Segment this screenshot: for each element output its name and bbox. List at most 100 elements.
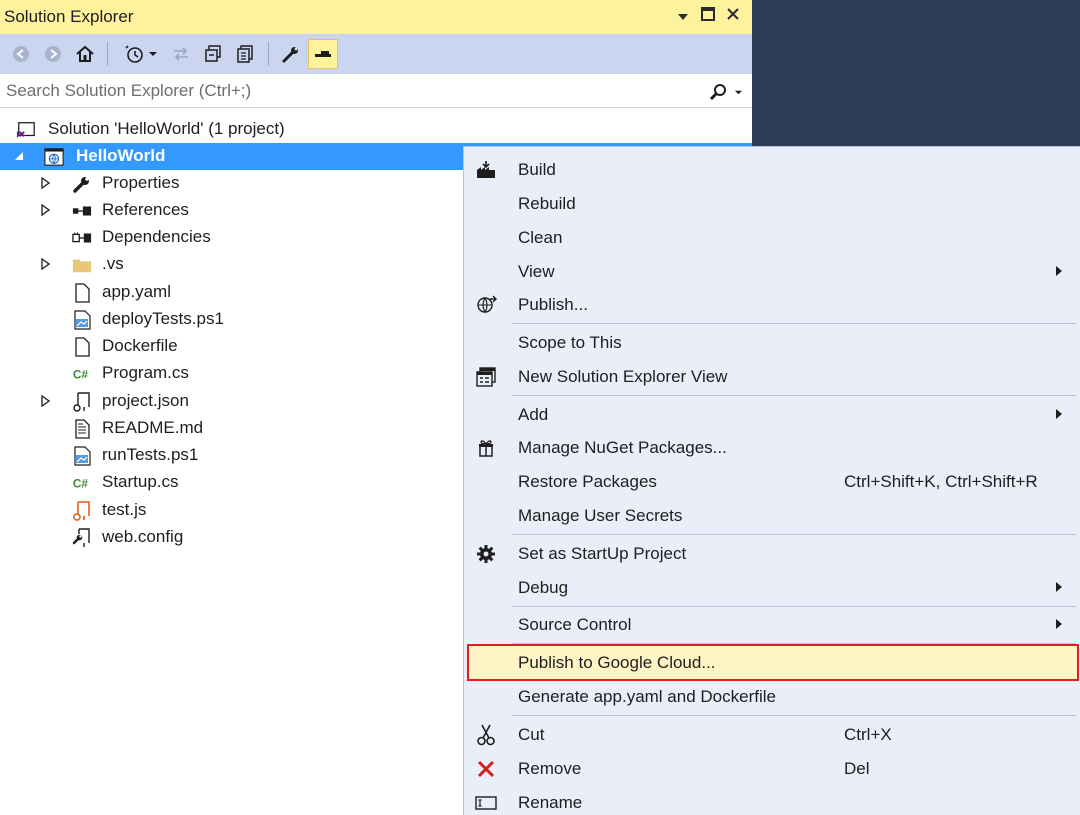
tree-item-label: Program.cs <box>102 363 189 382</box>
search-options-button[interactable] <box>708 80 748 104</box>
svg-text:C#: C# <box>73 368 89 382</box>
menu-item-label: Restore Packages <box>518 472 657 491</box>
menu-item-label: Add <box>518 405 549 424</box>
menu-item-label: Manage User Secrets <box>518 506 683 525</box>
expand-arrow-icon[interactable] <box>38 202 52 218</box>
sync-icon <box>174 47 188 61</box>
menu-item-generate-app-yaml[interactable]: Generate app.yaml and Dockerfile <box>464 680 1080 713</box>
pin-preview-button[interactable] <box>308 39 338 69</box>
menu-item-label: Cut <box>518 725 545 744</box>
search-icon <box>709 84 726 101</box>
pin-preview-icon <box>315 51 331 57</box>
menu-item-add[interactable]: Add <box>464 398 1080 431</box>
js-file-icon <box>72 501 92 521</box>
config-file-icon <box>72 528 92 548</box>
maximize-button[interactable] <box>697 5 719 27</box>
show-all-files-icon <box>237 45 253 63</box>
back-icon <box>13 46 29 62</box>
csharp-file-icon: C# <box>72 364 92 384</box>
menu-item-label: Source Control <box>518 615 632 634</box>
expand-arrow-icon[interactable] <box>38 175 52 191</box>
collapse-all-button[interactable] <box>198 39 228 69</box>
collapse-arrow-icon[interactable] <box>12 148 26 164</box>
menu-item-label: Manage NuGet Packages... <box>518 438 727 457</box>
menu-separator <box>512 606 1076 607</box>
menu-item-clean[interactable]: Clean <box>464 221 1080 254</box>
scissors-icon <box>474 723 498 747</box>
menu-item-manage-nuget[interactable]: Manage NuGet Packages... <box>464 431 1080 464</box>
tree-item-label: app.yaml <box>102 282 171 301</box>
powershell-file-icon <box>72 446 92 466</box>
back-button[interactable] <box>6 39 36 69</box>
menu-item-source-control[interactable]: Source Control <box>464 608 1080 641</box>
menu-item-label: Scope to This <box>518 333 622 352</box>
menu-item-shortcut: Ctrl+X <box>844 725 892 744</box>
expand-arrow-icon[interactable] <box>38 393 52 409</box>
search-bar <box>0 76 752 108</box>
window-dropdown-button[interactable] <box>672 5 694 27</box>
tree-solution-row[interactable]: Solution 'HelloWorld' (1 project) <box>0 116 752 143</box>
text-file-icon <box>72 419 92 439</box>
chevron-down-icon <box>734 90 743 94</box>
menu-item-new-solution-explorer-view[interactable]: New Solution Explorer View <box>464 360 1080 393</box>
menu-item-scope-to-this[interactable]: Scope to This <box>464 326 1080 359</box>
tree-item-label: .vs <box>102 254 124 273</box>
gear-icon <box>474 542 498 566</box>
menu-item-label: Publish to Google Cloud... <box>518 653 716 672</box>
menu-item-label: View <box>518 262 555 281</box>
submenu-arrow-icon <box>1056 582 1062 592</box>
tree-item-label: runTests.ps1 <box>102 445 199 464</box>
publish-globe-icon <box>474 293 498 317</box>
toolbar-separator <box>107 42 108 66</box>
menu-item-manage-user-secrets[interactable]: Manage User Secrets <box>464 499 1080 532</box>
menu-item-rename[interactable]: Rename <box>464 786 1080 815</box>
menu-item-remove[interactable]: Remove Del <box>464 752 1080 785</box>
toolbar-separator <box>268 42 269 66</box>
chevron-down-icon <box>149 52 157 56</box>
menu-separator <box>512 643 1076 644</box>
menu-item-label: Clean <box>518 228 563 247</box>
home-icon <box>76 45 94 62</box>
home-button[interactable] <box>70 39 100 69</box>
forward-icon <box>45 46 61 62</box>
panel-title: Solution Explorer <box>4 7 134 26</box>
tree-item-label: Dockerfile <box>102 336 178 355</box>
tree-item-label: README.md <box>102 418 204 437</box>
menu-item-build[interactable]: Build <box>464 153 1080 186</box>
menu-separator <box>512 323 1076 324</box>
menu-item-shortcut: Ctrl+Shift+K, Ctrl+Shift+R <box>844 472 1038 491</box>
forward-button[interactable] <box>38 39 68 69</box>
history-button[interactable] <box>118 39 164 69</box>
menu-item-set-startup[interactable]: Set as StartUp Project <box>464 537 1080 570</box>
menu-item-cut[interactable]: Cut Ctrl+X <box>464 718 1080 751</box>
tree-item-label: Dependencies <box>102 227 211 246</box>
close-button[interactable] <box>722 5 744 27</box>
menu-item-restore-packages[interactable]: Restore Packages Ctrl+Shift+K, Ctrl+Shif… <box>464 465 1080 498</box>
file-icon <box>72 337 92 357</box>
menu-item-debug[interactable]: Debug <box>464 571 1080 604</box>
menu-item-label: Set as StartUp Project <box>518 544 687 563</box>
show-all-files-button[interactable] <box>230 39 260 69</box>
expand-arrow-icon[interactable] <box>38 256 52 272</box>
svg-text:C#: C# <box>73 477 89 491</box>
menu-item-label: Rebuild <box>518 194 576 213</box>
nuget-icon <box>474 436 498 460</box>
menu-item-shortcut: Del <box>844 759 870 778</box>
menu-item-label: Build <box>518 160 556 179</box>
collapse-all-icon <box>205 45 221 62</box>
menu-item-label: Generate app.yaml and Dockerfile <box>518 687 776 706</box>
toolbar <box>0 34 752 74</box>
folder-icon <box>72 255 92 275</box>
properties-button[interactable] <box>276 39 306 69</box>
search-input[interactable] <box>0 76 700 106</box>
menu-item-rebuild[interactable]: Rebuild <box>464 187 1080 220</box>
menu-item-label: Rename <box>518 793 583 812</box>
chevron-down-icon <box>678 14 688 20</box>
tree-solution-label: Solution 'HelloWorld' (1 project) <box>48 119 285 138</box>
remove-x-icon <box>474 757 498 781</box>
sync-button[interactable] <box>166 39 196 69</box>
menu-item-publish[interactable]: Publish... <box>464 288 1080 321</box>
properties-wrench-icon <box>282 47 298 63</box>
menu-item-publish-to-google-cloud[interactable]: Publish to Google Cloud... <box>467 644 1079 681</box>
menu-item-view[interactable]: View <box>464 255 1080 288</box>
